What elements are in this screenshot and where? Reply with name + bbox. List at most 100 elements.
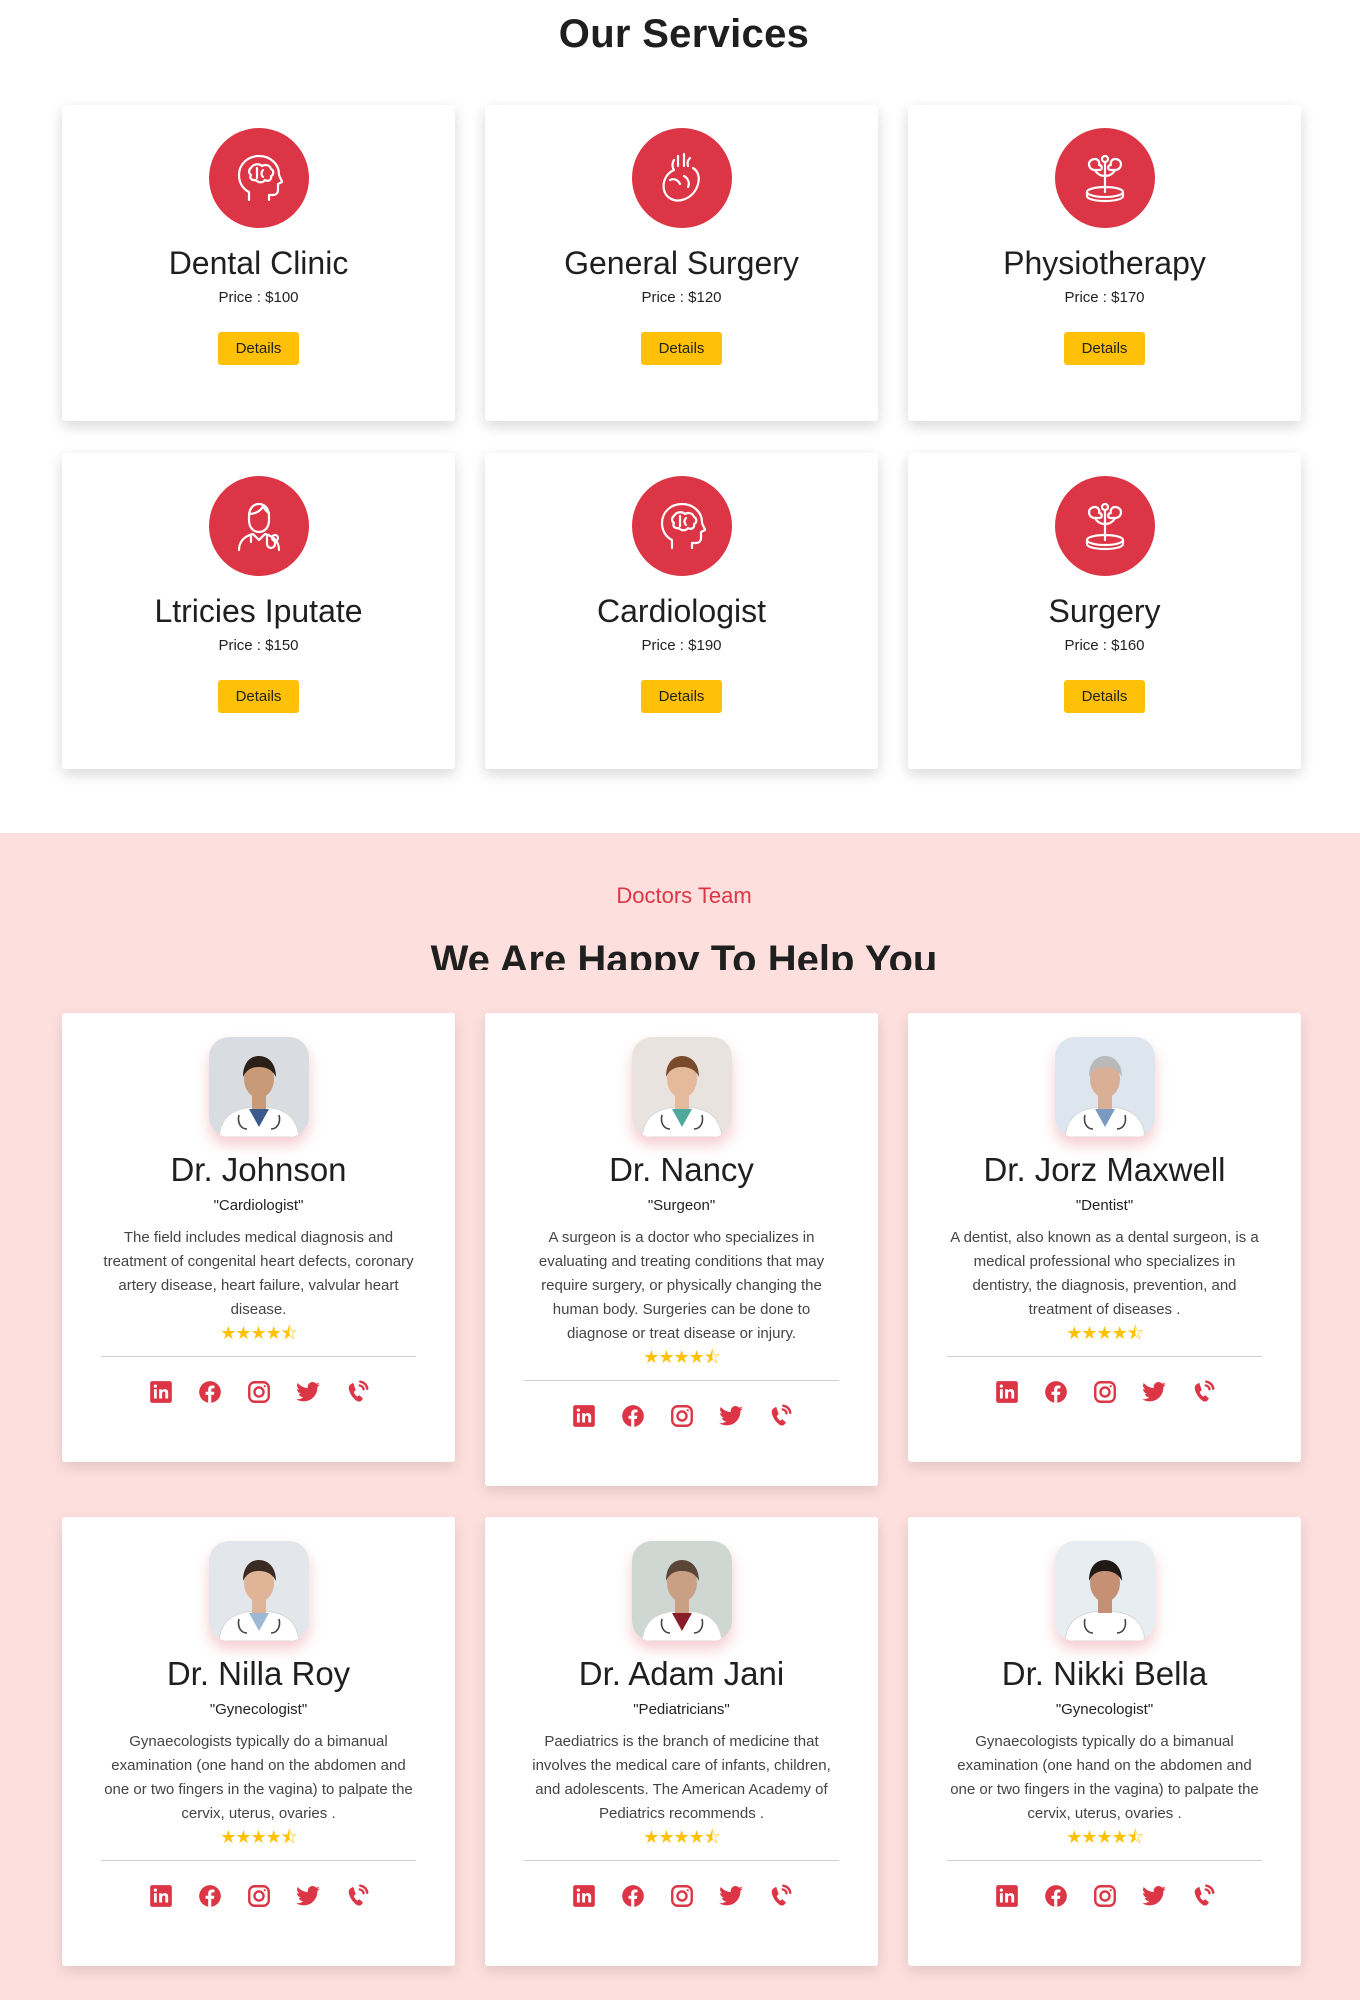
service-name: Dental Clinic <box>168 245 349 281</box>
twitter-icon[interactable] <box>293 1881 323 1911</box>
instagram-icon[interactable] <box>1090 1377 1120 1407</box>
instagram-icon[interactable] <box>667 1881 697 1911</box>
instagram-icon[interactable] <box>244 1377 274 1407</box>
service-card: General Surgery Price : $120 Details <box>485 105 878 421</box>
service-name: Cardiologist <box>597 593 766 629</box>
page: Our Services Dental Clinic Price : $100 … <box>0 0 1360 2000</box>
doctor-icon <box>209 476 309 576</box>
divider <box>947 1860 1262 1861</box>
organ-scale-icon <box>1055 476 1155 576</box>
instagram-icon[interactable] <box>667 1401 697 1431</box>
phone-icon[interactable] <box>342 1881 372 1911</box>
phone-icon[interactable] <box>765 1401 795 1431</box>
doctor-name: Dr. Nancy <box>609 1151 754 1188</box>
service-card: Cardiologist Price : $190 Details <box>485 453 878 769</box>
doctor-specialty: "Pediatricians" <box>633 1701 730 1718</box>
service-card: Dental Clinic Price : $100 Details <box>62 105 455 421</box>
section-heading: We Are Happy To Help You <box>430 938 938 970</box>
divider <box>524 1860 839 1861</box>
linkedin-icon[interactable] <box>569 1881 599 1911</box>
details-button[interactable]: Details <box>1064 332 1145 365</box>
services-title: Our Services <box>558 12 810 56</box>
service-card: Ltricies Iputate Price : $150 Details <box>62 453 455 769</box>
doctor-name: Dr. Nikki Bella <box>1001 1655 1208 1692</box>
doctor-specialty: "Cardiologist" <box>213 1197 304 1214</box>
doctors-section: Doctors Team We Are Happy To Help You Dr… <box>0 833 1360 2000</box>
facebook-icon[interactable] <box>1041 1377 1071 1407</box>
doctor-card: Dr. Nilla Roy "Gynecologist" Gynaecologist… <box>62 1517 455 1966</box>
instagram-icon[interactable] <box>1090 1881 1120 1911</box>
phone-icon[interactable] <box>342 1377 372 1407</box>
doctor-avatar <box>1055 1541 1155 1641</box>
service-price: Price : $120 <box>641 289 722 306</box>
section-heading-wrap: We Are Happy To Help You <box>0 936 1360 970</box>
doctor-description: A dentist, also known as a dental surgeo… <box>950 1229 1259 1318</box>
phone-icon[interactable] <box>1188 1881 1218 1911</box>
brain-head-icon <box>209 128 309 228</box>
doctor-description: Paediatrics is the branch of medicine th… <box>532 1733 831 1822</box>
service-price: Price : $170 <box>1064 289 1145 306</box>
twitter-icon[interactable] <box>1139 1377 1169 1407</box>
twitter-icon[interactable] <box>293 1377 323 1407</box>
divider <box>947 1356 1262 1357</box>
divider <box>524 1380 839 1381</box>
doctor-name: Dr. Johnson <box>170 1151 347 1188</box>
service-name: Surgery <box>1048 593 1161 629</box>
service-price: Price : $100 <box>218 289 299 306</box>
section-label: Doctors Team <box>616 883 752 908</box>
doctor-specialty: "Surgeon" <box>647 1197 716 1214</box>
service-price: Price : $150 <box>218 637 299 654</box>
social-links <box>485 1401 878 1431</box>
divider <box>101 1356 416 1357</box>
social-links <box>485 1881 878 1911</box>
rating-stars: ★★★★⯪ <box>220 1827 298 1847</box>
rating-stars: ★★★★⯪ <box>220 1323 298 1343</box>
facebook-icon[interactable] <box>1041 1881 1071 1911</box>
linkedin-icon[interactable] <box>146 1881 176 1911</box>
linkedin-icon[interactable] <box>569 1401 599 1431</box>
linkedin-icon[interactable] <box>146 1377 176 1407</box>
social-links <box>908 1377 1301 1407</box>
twitter-icon[interactable] <box>716 1401 746 1431</box>
doctor-card: Dr. Jorz Maxwell "Dentist" A dentist, also… <box>908 1013 1301 1462</box>
doctor-card: Dr. Johnson "Cardiologist" The field inclu… <box>62 1013 455 1462</box>
organ-scale-icon <box>1055 128 1155 228</box>
linkedin-icon[interactable] <box>992 1377 1022 1407</box>
doctor-description: Gynaecologists typically do a bimanual e… <box>950 1733 1259 1822</box>
doctor-specialty: "Gynecologist" <box>209 1701 308 1718</box>
doctor-specialty: "Dentist" <box>1075 1197 1134 1214</box>
details-button[interactable]: Details <box>1064 680 1145 713</box>
facebook-icon[interactable] <box>618 1881 648 1911</box>
doctor-card: Dr. Nikki Bella "Gynecologist" Gynaecologi… <box>908 1517 1301 1966</box>
twitter-icon[interactable] <box>1139 1881 1169 1911</box>
details-button[interactable]: Details <box>218 332 299 365</box>
doctor-avatar <box>209 1541 309 1641</box>
social-links <box>908 1881 1301 1911</box>
linkedin-icon[interactable] <box>992 1881 1022 1911</box>
phone-icon[interactable] <box>1188 1377 1218 1407</box>
doctor-avatar <box>1055 1037 1155 1137</box>
details-button[interactable]: Details <box>641 680 722 713</box>
instagram-icon[interactable] <box>244 1881 274 1911</box>
service-card: Surgery Price : $160 Details <box>908 453 1301 769</box>
social-links <box>62 1881 455 1911</box>
twitter-icon[interactable] <box>716 1881 746 1911</box>
doctor-description: Gynaecologists typically do a bimanual e… <box>104 1733 413 1822</box>
facebook-icon[interactable] <box>618 1401 648 1431</box>
doctor-avatar <box>632 1541 732 1641</box>
details-button[interactable]: Details <box>218 680 299 713</box>
details-button[interactable]: Details <box>641 332 722 365</box>
service-name: Ltricies Iputate <box>154 593 363 629</box>
doctor-card: Dr. Nancy "Surgeon" A surgeon is a doctor … <box>485 1013 878 1486</box>
service-price: Price : $160 <box>1064 637 1145 654</box>
social-links <box>62 1377 455 1407</box>
doctor-name: Dr. Adam Jani <box>578 1655 785 1692</box>
phone-icon[interactable] <box>765 1881 795 1911</box>
services-section: Our Services Dental Clinic Price : $100 … <box>0 0 1360 833</box>
facebook-icon[interactable] <box>195 1881 225 1911</box>
doctor-description: The field includes medical diagnosis and… <box>103 1229 414 1318</box>
service-name: General Surgery <box>564 245 799 281</box>
doctor-specialty: "Gynecologist" <box>1055 1701 1154 1718</box>
divider <box>101 1860 416 1861</box>
facebook-icon[interactable] <box>195 1377 225 1407</box>
